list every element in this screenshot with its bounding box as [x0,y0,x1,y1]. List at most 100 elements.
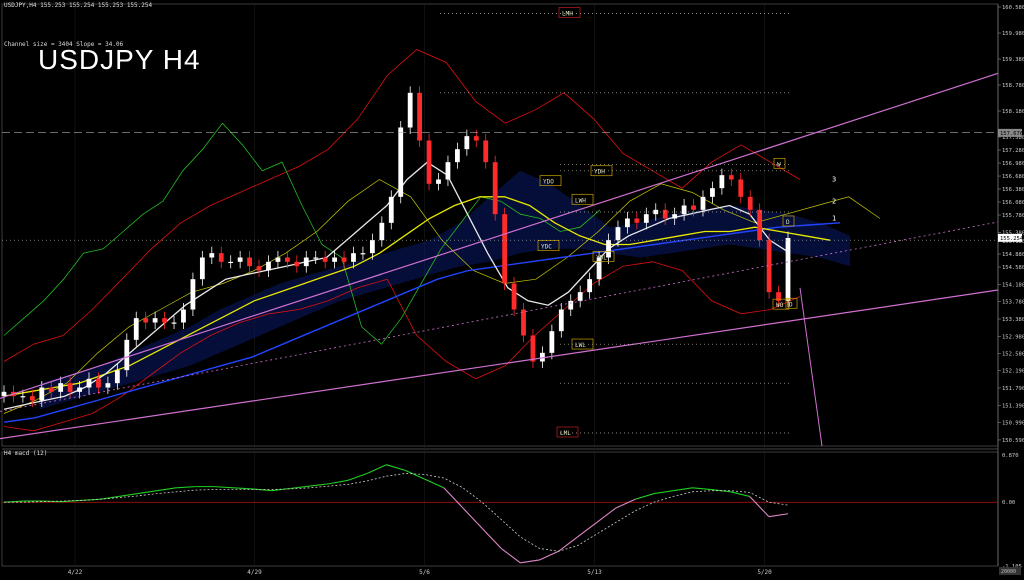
level-tag-label: LMH [562,11,573,18]
macd-main-segment [673,487,693,492]
candle-body [766,240,772,293]
candle [190,272,196,316]
candle [256,259,262,277]
candle [237,251,243,269]
candle-body [436,179,441,184]
macd-main-segment [768,513,789,518]
candle [558,303,564,338]
candle-body [209,253,215,258]
candle-body [351,253,356,262]
macd-main-segment [749,496,770,518]
candle [728,168,734,186]
candle-body [606,240,611,258]
candle [587,272,593,299]
candle [502,207,508,290]
symbol-quote-line: USDJPY,H4 155.253 155.254 155.253 155.25… [4,2,153,9]
candle-body [483,140,489,163]
candle-body [558,309,564,332]
date-tick-label: 5/20 [757,569,772,576]
candle-body [199,257,205,280]
level-tag-label: LWL [575,342,586,349]
level-tag-label: D [786,219,790,226]
candle-body [521,309,526,336]
candle [143,311,149,329]
price-tick-label: 151.790 [1002,386,1024,392]
price-tick-label: 152.190 [1002,369,1024,375]
macd-main-segment [615,498,636,509]
price-tick-label: 150.590 [1002,438,1024,444]
candle-body [388,196,394,223]
candle [464,129,470,156]
candle [549,324,555,360]
candle [388,190,394,230]
candle [785,231,791,308]
candle [577,285,583,308]
date-tick-label: 4/22 [68,569,83,576]
candle-body [747,196,753,210]
price-tick-label: 156.680 [1002,174,1024,180]
candle-body [492,162,498,215]
candle [719,168,725,195]
candle [133,311,139,347]
candle-body [662,209,668,219]
macd-main-segment [654,490,674,495]
level-tag-label: LML [560,430,571,437]
candle-body [672,214,678,219]
macd-main-segment [596,507,617,523]
level-tag-label: YDL [596,255,607,262]
candle-body [691,205,696,210]
candle-body [247,257,252,267]
candle-body [454,149,460,163]
level-tag-label: YDC [541,244,552,251]
macd-main-segment [386,464,406,471]
price-tick-label: 157.280 [1002,148,1024,154]
candle-body [48,387,54,392]
candle [1,385,7,403]
price-tick-label: 154.880 [1002,252,1024,258]
candle [483,134,489,169]
candle [218,246,224,269]
channel-number-label: 2 [832,197,836,205]
candle-body [577,292,583,301]
macd-tick-label: 0.00 [1002,500,1015,506]
candle-body [96,378,101,388]
macd-main-segment [176,486,196,489]
level-tag-label: LWH [575,197,586,204]
candle [766,233,772,299]
candle-body [445,162,451,180]
candle-body [473,136,479,141]
macd-main-segment [214,486,234,489]
macd-main-segment [558,536,578,552]
macd-tick-label: 0.870 [1002,453,1019,459]
bottom-axis-box-label: 20000 [1001,569,1016,575]
candle [209,246,215,264]
projection-line [799,287,823,447]
candle [181,303,186,329]
date-tick-label: 4/29 [247,569,262,576]
price-tick-label: 158.180 [1002,109,1024,115]
macd-main-segment [520,559,540,564]
price-tick-label: 156.980 [1002,161,1024,167]
candle-body [190,279,196,310]
candle-body [105,383,111,388]
candle [199,251,205,286]
candle-body [171,322,177,324]
candle [171,316,177,329]
level-tag-label: D [789,301,793,308]
date-tick-label: 5/6 [419,569,430,576]
price-tick-label: 152.980 [1002,334,1024,340]
candle-body [266,261,271,271]
candle-body [228,261,234,264]
level-tag-label: YDH [594,169,605,176]
candle-body [143,318,149,323]
candle-body [398,127,404,197]
candle [568,294,574,316]
macd-main-segment [539,550,559,561]
price-tick-label: 159.380 [1002,57,1024,63]
price-chart[interactable]: LMH YDO YDH LWH YDC YDL LWL LML WO D D W 3 2 1 160.580 1… [0,0,1024,576]
price-tick-label: 156.080 [1002,200,1024,206]
price-tick-label: 158.780 [1002,83,1024,89]
price-tick-label: 153.780 [1002,300,1024,306]
candle-body [785,238,791,301]
macd-main-segment [367,464,387,474]
